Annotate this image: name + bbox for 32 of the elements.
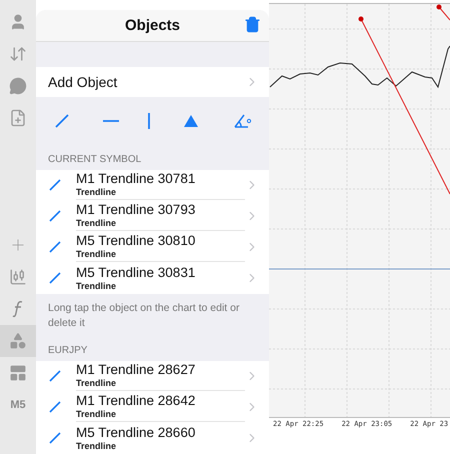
horizontal-line-icon: [102, 120, 119, 122]
trendline-icon: [48, 240, 62, 254]
tool-button[interactable]: [102, 120, 119, 122]
tool-button[interactable]: [148, 112, 150, 129]
person-icon[interactable]: [9, 13, 27, 31]
trendline-icon: [48, 400, 62, 414]
trendline-icon: [48, 209, 62, 224]
trendline-icon: [48, 431, 62, 446]
hint-text: Long tap the object on the chart to edit or delete it: [47, 300, 240, 331]
candles-icon[interactable]: [9, 268, 27, 286]
object-row[interactable]: M1 Trendline 28627 Trendline: [36, 360, 269, 392]
popover-title: Objects: [124, 17, 180, 34]
add-object-button[interactable]: Add Object: [36, 67, 269, 98]
layout-icon[interactable]: [9, 364, 27, 382]
object-row[interactable]: M5 Trendline 30831 Trendline: [36, 262, 269, 294]
object-row[interactable]: M1 Trendline 30793 Trendline: [36, 200, 269, 232]
new-document-icon[interactable]: [9, 109, 27, 127]
object-row[interactable]: M1 Trendline 30781 Trendline: [36, 170, 269, 201]
vertical-line-icon: [148, 112, 150, 129]
function-icon[interactable]: [12, 300, 24, 318]
section-heading: EURJPY: [47, 344, 88, 358]
object-row[interactable]: M5 Trendline 30810 Trendline: [36, 232, 269, 263]
trendline-icon: [48, 271, 62, 286]
trendline-icon: [48, 178, 62, 192]
arrows-icon[interactable]: [9, 45, 27, 63]
chat-icon[interactable]: [9, 77, 27, 95]
shapes-icon[interactable]: [9, 332, 27, 350]
section-heading: CURRENT SYMBOL: [47, 152, 142, 167]
delete-all-button[interactable]: [244, 16, 261, 33]
object-row[interactable]: M5 Trendline 28660 Trendline: [36, 422, 269, 454]
object-row[interactable]: M1 Trendline 28642 Trendline: [36, 392, 269, 423]
trendline-icon: [48, 369, 62, 384]
